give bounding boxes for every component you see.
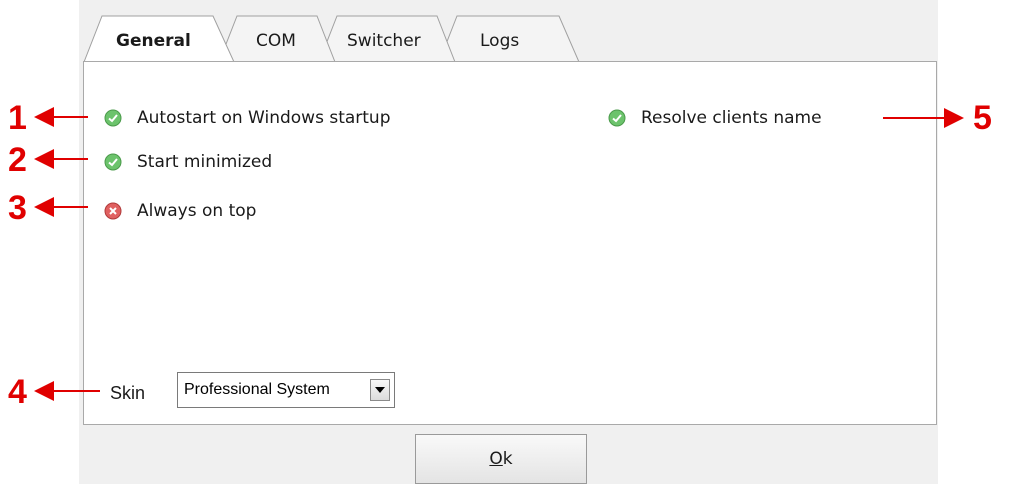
annotation-2: 2 <box>8 141 27 179</box>
annotation-5: 5 <box>973 99 992 137</box>
annotation-arrows <box>34 107 964 401</box>
annotation-4: 4 <box>8 373 27 411</box>
annotation-3: 3 <box>8 189 27 227</box>
annotation-1: 1 <box>8 99 27 137</box>
